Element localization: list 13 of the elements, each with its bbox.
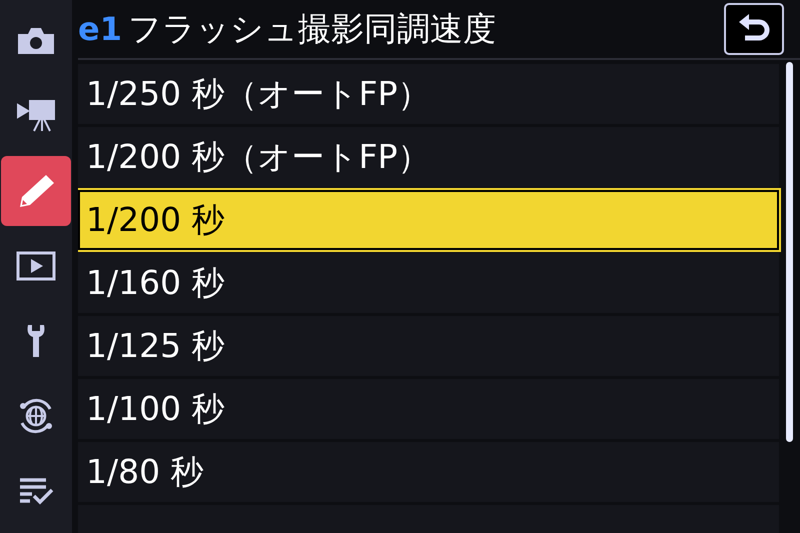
menu-option[interactable]: 1/80 秒 <box>78 442 779 502</box>
menu-code: e1 <box>78 9 122 50</box>
menu-option[interactable]: 1/100 秒 <box>78 379 779 439</box>
menu-option[interactable]: 1/125 秒 <box>78 316 779 376</box>
menu-option[interactable]: 1/250 秒（オートFP） <box>78 64 779 124</box>
menu-title: フラッシュ撮影同調速度 <box>128 8 496 50</box>
playback-icon <box>16 251 56 281</box>
movie-camera-icon <box>16 99 56 133</box>
back-button[interactable] <box>724 3 784 55</box>
camera-icon <box>16 26 56 56</box>
menu-option[interactable]: 1/200 秒（オートFP） <box>78 127 779 187</box>
menu-option[interactable]: 1/160 秒 <box>78 253 779 313</box>
menu-option[interactable]: 1/200 秒 <box>78 190 779 250</box>
